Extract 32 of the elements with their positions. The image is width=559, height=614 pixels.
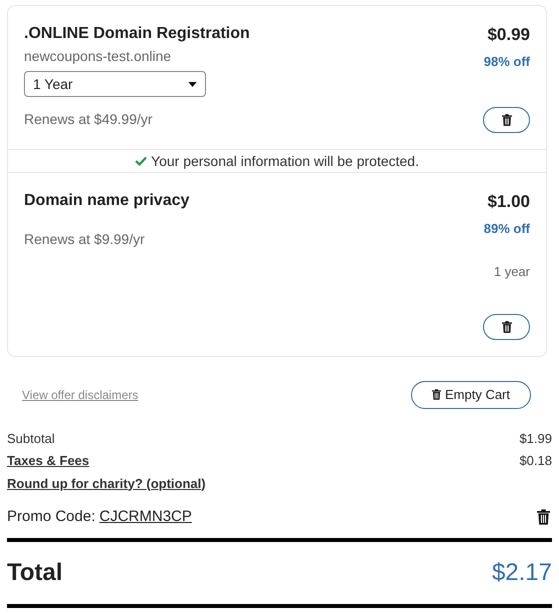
- remove-promo-button[interactable]: [537, 509, 550, 526]
- dropdown-caret-icon: [188, 82, 197, 86]
- term-label: 1 year: [494, 263, 530, 281]
- trash-icon: [432, 389, 441, 400]
- item-price: $0.99: [487, 24, 530, 46]
- empty-cart-button[interactable]: Empty Cart: [411, 380, 531, 408]
- renewal-price: Renews at $9.99/yr: [24, 230, 146, 249]
- delete-button[interactable]: [483, 107, 530, 133]
- trash-icon: [502, 114, 512, 126]
- trash-icon: [502, 320, 512, 332]
- total-value: $2.17: [492, 558, 552, 588]
- product-name: .ONLINE Domain Registration: [24, 24, 250, 44]
- discount-label: 98% off: [484, 52, 530, 70]
- summary-link[interactable]: Taxes & Fees: [7, 451, 90, 470]
- summary-value: $0.18: [519, 452, 552, 470]
- discount-label: 89% off: [484, 220, 530, 238]
- renewal-price: Renews at $49.99/yr: [24, 110, 154, 129]
- promo-label: Promo Code:: [7, 507, 96, 527]
- term-select[interactable]: 1 Year: [24, 71, 206, 97]
- delete-button[interactable]: [483, 314, 530, 340]
- trash-icon: [537, 509, 550, 526]
- summary-label: Subtotal: [7, 430, 55, 448]
- summary-value: $1.99: [519, 430, 552, 448]
- checkmark-icon: [135, 156, 148, 166]
- item-price: $1.00: [487, 191, 530, 213]
- total-label: Total: [7, 558, 63, 588]
- promo-code-link[interactable]: CJCRMN3CP: [99, 506, 192, 528]
- product-name: Domain name privacy: [24, 191, 190, 211]
- summary-link[interactable]: Round up for charity? (optional): [7, 474, 206, 493]
- privacy-notice: Your personal information will be protected.: [151, 152, 419, 171]
- disclaimers-link[interactable]: View offer disclaimers: [22, 386, 138, 404]
- domain-name: newcoupons-test.online: [24, 47, 172, 66]
